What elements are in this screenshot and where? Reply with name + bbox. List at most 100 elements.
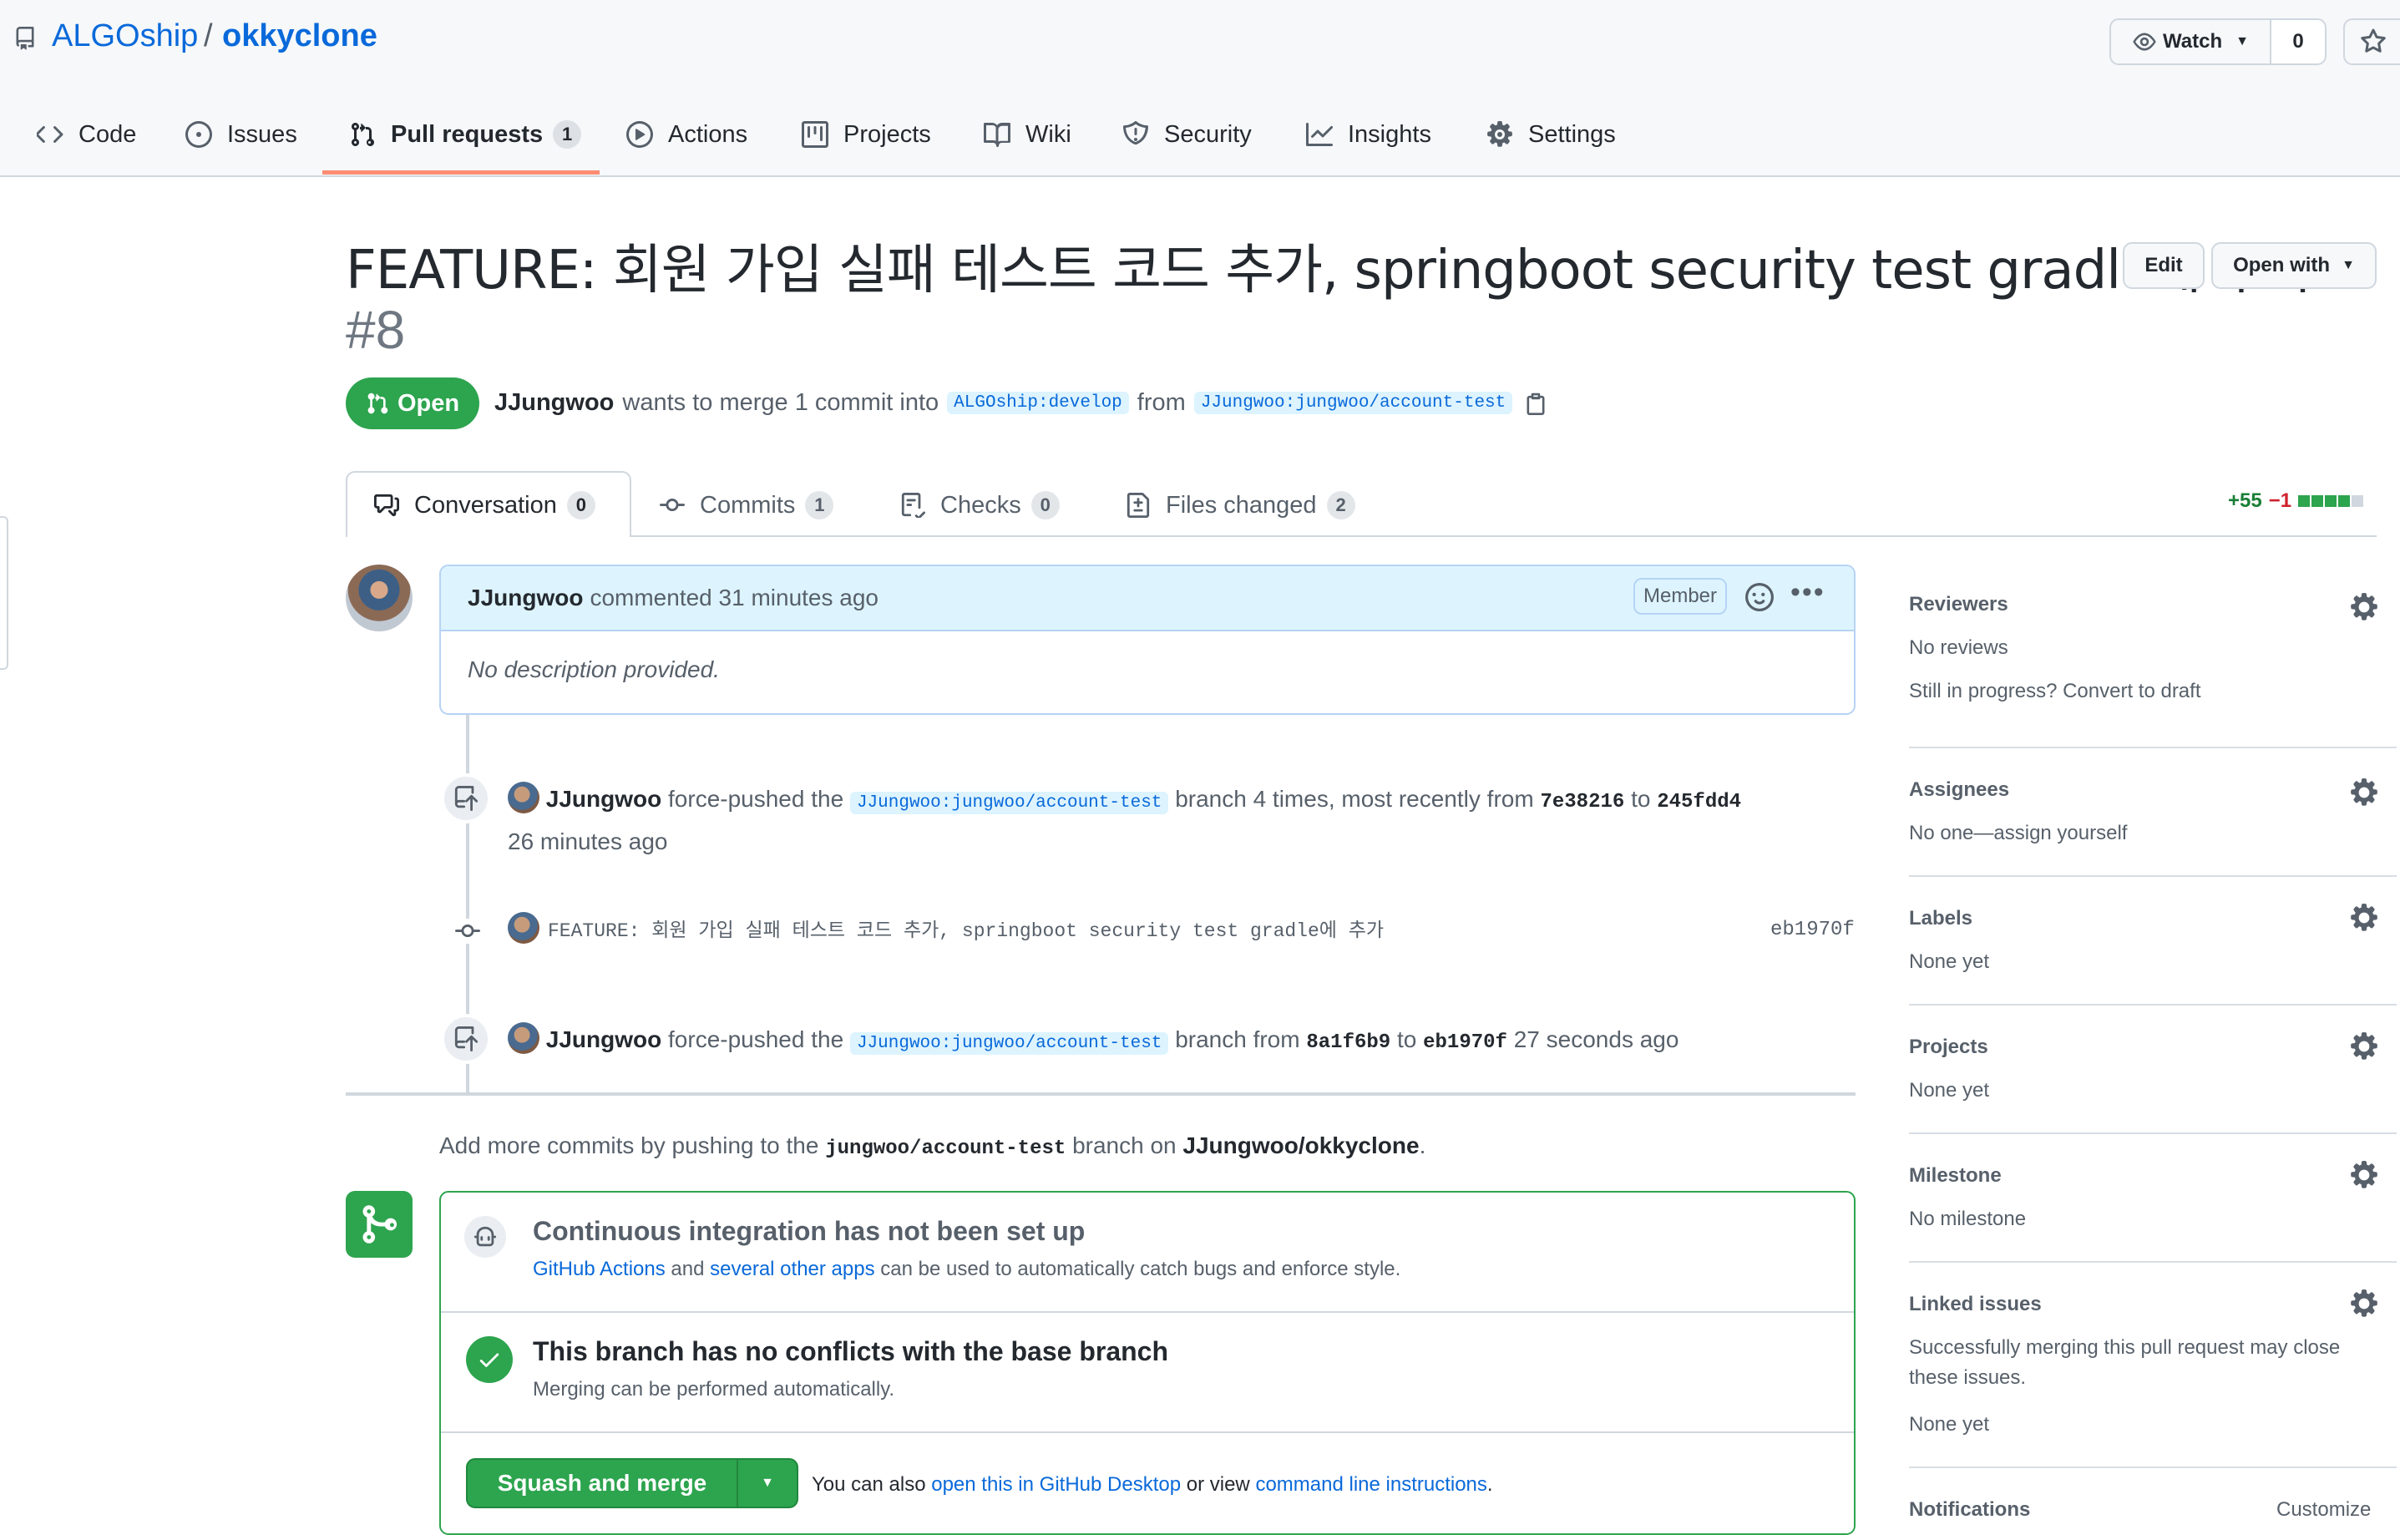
ci-title: Continuous integration has not been set … <box>533 1216 1086 1246</box>
pr-number: #8 <box>346 300 406 360</box>
merge-method-dropdown[interactable]: ▼ <box>738 1460 797 1507</box>
gear-icon[interactable] <box>2350 593 2378 621</box>
nav-tab-settings[interactable]: Settings <box>1486 115 1616 154</box>
assign-yourself-link[interactable]: No one—assign yourself <box>1909 822 2127 845</box>
merge-box-divider <box>441 1311 1854 1313</box>
nav-tab-projects[interactable]: Projects <box>802 115 931 154</box>
gear-icon[interactable] <box>2350 1289 2378 1318</box>
sidebar-milestone-title[interactable]: Milestone <box>1909 1164 2002 1188</box>
nav-tab-pull-requests[interactable]: Pull requests 1 <box>349 115 582 154</box>
conflict-subtitle: Merging can be performed automatically. <box>533 1378 895 1401</box>
merge-box: Continuous integration has not been set … <box>439 1191 1856 1535</box>
sidebar-labels-value: None yet <box>1909 950 1990 973</box>
event-branch[interactable]: JJungwoo:jungwoo/account-test <box>849 1032 1169 1055</box>
edit-title-button[interactable]: Edit <box>2123 242 2205 289</box>
copy-icon[interactable] <box>1524 391 1547 416</box>
gear-icon[interactable] <box>2350 1161 2378 1189</box>
github-desktop-link[interactable]: open this in GitHub Desktop <box>931 1473 1181 1496</box>
diff-icon <box>1127 493 1150 518</box>
diffstat-block <box>2338 495 2351 507</box>
note-text: branch on <box>1072 1132 1177 1158</box>
avatar[interactable] <box>346 565 413 631</box>
event-time[interactable]: 26 minutes ago <box>508 828 667 854</box>
comment-header: JJungwoo commented 31 minutes ago Member… <box>441 566 1854 631</box>
nav-label: Issues <box>227 120 297 148</box>
check-icon <box>479 1353 499 1367</box>
watch-label: Watch <box>2163 30 2223 53</box>
pr-tab-commits[interactable]: Commits 1 <box>660 486 834 524</box>
pr-tab-conversation[interactable]: Conversation 0 <box>374 486 595 524</box>
base-branch[interactable]: ALGOship:develop <box>947 392 1129 414</box>
pr-merge-summary: JJungwoo wants to merge 1 commit into AL… <box>494 389 1547 417</box>
note-repo[interactable]: JJungwoo/okkyclone <box>1182 1132 1419 1158</box>
convert-to-draft-link[interactable]: Still in progress? Convert to draft <box>1909 680 2201 703</box>
nav-tab-code[interactable]: Code <box>37 115 136 154</box>
event-time[interactable]: 27 seconds ago <box>1514 1026 1679 1052</box>
kebab-menu-icon[interactable]: ••• <box>1790 576 1825 609</box>
comment-author[interactable]: JJungwoo <box>468 585 583 611</box>
sidebar-divider <box>1909 875 2397 877</box>
event-branch[interactable]: JJungwoo:jungwoo/account-test <box>849 792 1169 814</box>
command-line-link[interactable]: command line instructions <box>1255 1473 1486 1496</box>
avatar[interactable] <box>508 1022 539 1054</box>
nav-tab-actions[interactable]: Actions <box>626 115 747 154</box>
repo-owner-link[interactable]: ALGOship <box>52 18 198 54</box>
avatar[interactable] <box>508 912 539 944</box>
sidebar-assignees-title[interactable]: Assignees <box>1909 778 2009 802</box>
pr-tab-checks[interactable]: Checks 0 <box>900 486 1060 524</box>
member-badge: Member <box>1633 578 1728 615</box>
gear-icon[interactable] <box>2350 904 2378 932</box>
pull-request-icon <box>367 393 388 414</box>
sidebar-projects-title[interactable]: Projects <box>1909 1036 1988 1059</box>
pull-requests-counter: 1 <box>553 120 582 149</box>
merge-alternatives: You can also open this in GitHub Desktop… <box>812 1473 1493 1497</box>
nav-tab-issues[interactable]: Issues <box>185 115 297 154</box>
event-to-sha[interactable]: eb1970f <box>1423 1031 1507 1054</box>
nav-tab-insights[interactable]: Insights <box>1306 115 1431 154</box>
open-with-button[interactable]: Open with ▼ <box>2211 242 2377 289</box>
robot-icon <box>473 1226 497 1247</box>
event-to-sha[interactable]: 245fdd4 <box>1657 791 1741 813</box>
pr-tab-label: Files changed <box>1166 491 1317 519</box>
event-text: to <box>1396 1026 1417 1052</box>
event-text: branch from <box>1175 1026 1300 1052</box>
gear-icon[interactable] <box>2350 778 2378 807</box>
head-branch[interactable]: JJungwoo:jungwoo/account-test <box>1193 392 1513 414</box>
diffstat-block <box>2352 495 2364 507</box>
gear-icon[interactable] <box>2350 1032 2378 1061</box>
event-from-sha[interactable]: 7e38216 <box>1540 791 1624 813</box>
commit-message[interactable]: FEATURE: 회원 가입 실패 테스트 코드 추가, springboot … <box>548 914 1384 942</box>
issue-icon <box>185 121 212 148</box>
repo-name-link[interactable]: okkyclone <box>222 18 377 54</box>
nav-tab-security[interactable]: Security <box>1122 115 1252 154</box>
smiley-icon[interactable] <box>1745 583 1774 611</box>
ci-text: can be used to automatically catch bugs … <box>880 1258 1401 1280</box>
timeline-event-force-push-2: JJungwoo force-pushed the JJungwoo:jungw… <box>508 1021 1852 1063</box>
event-from-sha[interactable]: 8a1f6b9 <box>1306 1031 1390 1054</box>
other-apps-link[interactable]: several other apps <box>710 1258 874 1280</box>
pr-author-link[interactable]: JJungwoo <box>494 389 614 417</box>
watch-button[interactable]: Watch ▼ <box>2109 18 2271 65</box>
pr-tab-files-changed[interactable]: Files changed 2 <box>1126 486 1355 524</box>
event-author[interactable]: JJungwoo <box>546 786 661 812</box>
star-button[interactable] <box>2343 18 2400 65</box>
nav-tab-wiki[interactable]: Wiki <box>984 115 1071 154</box>
squash-and-merge-button[interactable]: Squash and merge <box>468 1460 738 1507</box>
diffstat-block <box>2311 495 2324 507</box>
sidebar-linked-issues-title[interactable]: Linked issues <box>1909 1293 2042 1316</box>
sidebar-reviewers-title[interactable]: Reviewers <box>1909 593 2008 616</box>
add-more-commits-note: Add more commits by pushing to the jungw… <box>439 1132 1425 1160</box>
from-text: from <box>1137 389 1186 416</box>
diffstat: +55 −1 <box>2228 489 2364 513</box>
event-author[interactable]: JJungwoo <box>546 1026 661 1052</box>
sidebar-labels-title[interactable]: Labels <box>1909 907 1972 930</box>
avatar[interactable] <box>508 782 539 813</box>
commit-sha[interactable]: eb1970f <box>1770 919 1855 941</box>
notifications-customize-link[interactable]: Customize <box>2276 1498 2371 1522</box>
commit-icon <box>660 499 685 512</box>
pr-tab-counter: 0 <box>566 491 595 519</box>
diffstat-deletions: −1 <box>2268 489 2292 512</box>
github-actions-link[interactable]: GitHub Actions <box>533 1258 666 1280</box>
watch-count[interactable]: 0 <box>2270 18 2327 65</box>
comment-meta[interactable]: commented 31 minutes ago <box>590 585 878 611</box>
